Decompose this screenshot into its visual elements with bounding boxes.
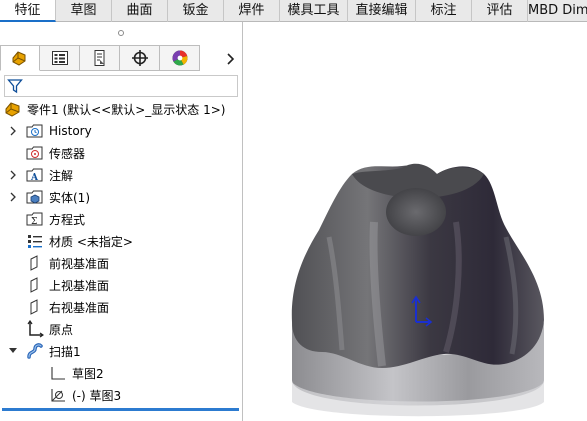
tab-weldments[interactable]: 焊件 [224,0,280,22]
chevron-right-icon[interactable] [222,49,238,69]
tree-item-material[interactable]: 材质 <未指定> [26,230,133,252]
equations-icon: Σ [26,210,44,228]
sketch-3d-icon [49,386,67,404]
tab-evaluate[interactable]: 评估 [472,0,528,22]
tree-item-label: 上视基准面 [49,278,110,293]
plane-icon [26,254,44,272]
history-folder-icon [26,122,44,140]
tab-sheet-metal[interactable]: 钣金 [168,0,224,22]
property-manager-tab[interactable] [40,45,80,71]
sketch-icon [49,364,67,382]
tree-item-front-plane[interactable]: 前视基准面 [26,252,109,274]
tree-item-label: 右视基准面 [49,300,110,315]
feature-manager-tab[interactable] [0,45,40,71]
svg-text:Σ: Σ [31,217,37,227]
dimxpert-manager-tab[interactable] [120,45,160,71]
annotations-icon: A [26,166,44,184]
part-icon [4,100,22,118]
tree-scrollbar[interactable] [2,408,239,411]
expand-arrow-icon[interactable] [8,170,18,180]
tree-item-label: 扫描1 [49,344,81,359]
material-icon [26,232,44,250]
tree-item-label: 原点 [49,322,74,337]
configuration-manager-icon [94,50,104,66]
tree-item-solid-bodies[interactable]: 实体(1) [8,186,90,208]
panel-grip[interactable] [0,22,242,44]
tree-item-label: 草图2 [72,366,104,381]
tree-filter[interactable] [4,75,238,97]
tab-surfaces[interactable]: 曲面 [112,0,168,22]
tree-root-part[interactable]: 零件1 (默认<<默认>_显示状态 1>) [4,98,225,120]
tree-item-label: 实体(1) [49,190,90,205]
command-manager-tabs: 特征 草图 曲面 钣金 焊件 模具工具 直接编辑 标注 评估 MBD Dim [0,0,587,22]
tree-item-top-plane[interactable]: 上视基准面 [26,274,109,296]
tree-item-label: 注解 [49,168,74,183]
tab-mbd-dimensions[interactable]: MBD Dim [528,0,587,22]
tree-item-label: (-) 草图3 [72,388,122,403]
configuration-manager-tab[interactable] [80,45,120,71]
graphics-area[interactable] [244,22,587,421]
tree-item-label: 材质 <未指定> [49,234,133,249]
collapse-arrow-icon[interactable] [8,346,18,356]
property-manager-icon [51,51,68,65]
tree-item-right-plane[interactable]: 右视基准面 [26,296,109,318]
feature-manager-icon [12,51,26,66]
feature-manager-panel: 零件1 (默认<<默认>_显示状态 1>) History 传感器 A 注解 实… [0,22,243,421]
model-top-face [386,188,446,236]
dimxpert-manager-icon [131,50,148,66]
solid-bodies-icon [26,188,44,206]
tab-features[interactable]: 特征 [0,0,56,22]
sensors-icon [26,144,44,162]
tab-markup[interactable]: 标注 [416,0,472,22]
tree-root-label: 零件1 (默认<<默认>_显示状态 1>) [27,102,226,117]
model-view [291,163,544,417]
origin-icon [26,320,44,338]
tree-item-history[interactable]: History [8,120,92,142]
tree-item-sensors[interactable]: 传感器 [26,142,85,164]
tab-mold-tools[interactable]: 模具工具 [280,0,348,22]
tab-direct-editing[interactable]: 直接编辑 [348,0,416,22]
tree-item-equations[interactable]: Σ 方程式 [26,208,85,230]
tree-item-sketch2[interactable]: 草图2 [49,362,104,384]
expand-arrow-icon[interactable] [8,192,18,202]
sweep-icon [26,342,44,360]
tree-item-sweep[interactable]: 扫描1 [8,340,81,362]
tree-item-origin[interactable]: 原点 [26,318,73,340]
tree-item-label: 传感器 [49,146,86,161]
display-manager-tab[interactable] [160,45,200,71]
tab-sketch[interactable]: 草图 [56,0,112,22]
svg-text:A: A [30,173,39,183]
tree-item-label: 前视基准面 [49,256,110,271]
tree-item-annotations[interactable]: A 注解 [8,164,73,186]
tree-item-label: History [49,124,92,138]
filter-icon[interactable] [7,78,23,97]
plane-icon [26,298,44,316]
tree-item-sketch3[interactable]: (-) 草图3 [49,384,121,406]
tree-item-label: 方程式 [49,212,86,227]
plane-icon [26,276,44,294]
panel-tabs [0,45,200,73]
expand-arrow-icon[interactable] [8,126,18,136]
display-manager-icon [172,50,187,66]
